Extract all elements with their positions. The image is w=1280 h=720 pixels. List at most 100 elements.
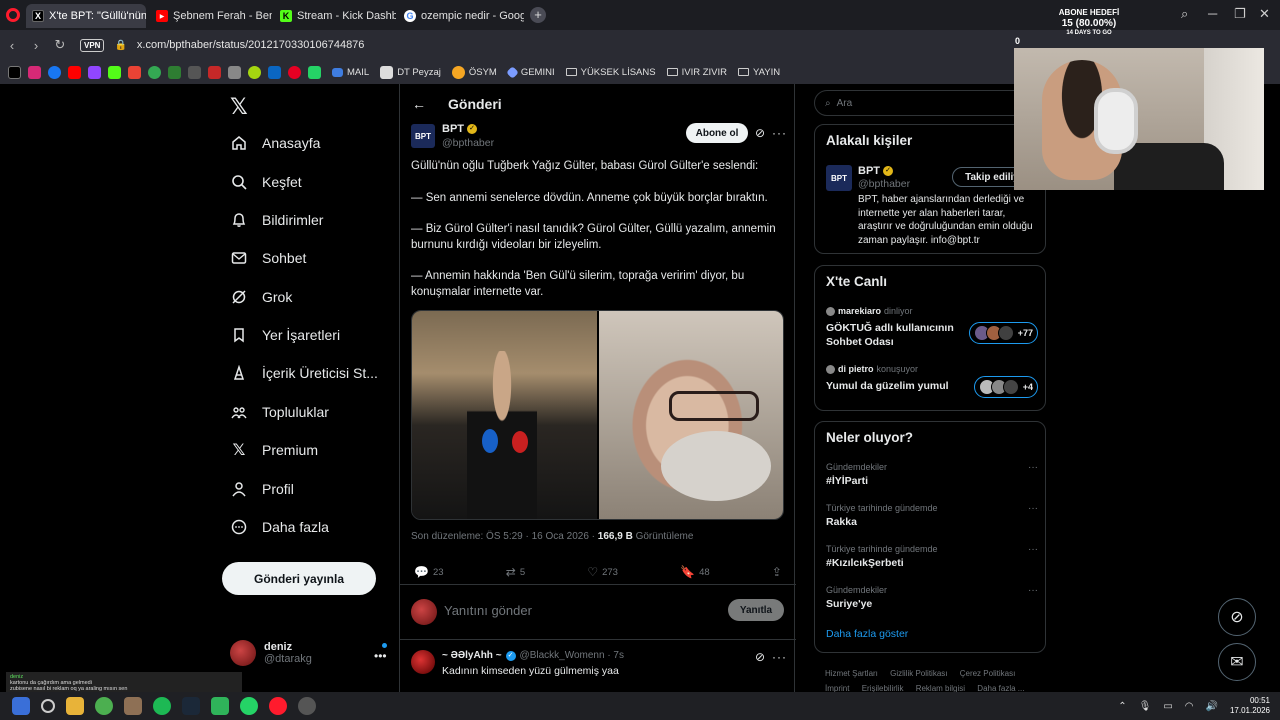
bookmark-pinterest-icon[interactable] [288,65,301,79]
reply-author-handle[interactable]: @Blackk_Womenn · 7s [520,650,624,661]
search-icon[interactable] [41,699,55,713]
account-switcher[interactable]: deniz @dtarakg [230,640,312,666]
more-icon[interactable]: ··· [772,126,787,140]
lock-icon[interactable]: 🔒 [114,40,126,51]
repost-action[interactable]: ⇄ 5 [506,565,525,579]
footer-link[interactable]: İmprint [825,684,849,692]
trend-item[interactable]: Gündemdekiler Suriye'ye ··· [826,585,1038,610]
more-icon[interactable]: ••• [374,649,387,663]
tab-kick[interactable]: K Stream - Kick Dashboard [274,4,396,28]
x-logo-icon[interactable]: 𝕏 [230,94,248,120]
opera-logo-icon[interactable] [0,0,26,30]
live-space[interactable]: di pietro konuşuyor Yumul da güzelim yumu… [826,364,1038,398]
nav-grok[interactable]: Grok [230,288,292,306]
more-icon[interactable]: ··· [772,650,787,664]
volume-icon[interactable]: 🔊 [1206,701,1218,712]
bookmark-gemini[interactable]: GEMINI [505,65,555,79]
author-avatar[interactable]: BPT [411,124,435,148]
maximize-icon[interactable]: ❐ [1234,6,1246,22]
wifi-icon[interactable]: ◠ [1185,701,1194,712]
back-arrow-icon[interactable]: ← [412,96,426,112]
footer-link[interactable]: Hizmet Şartları [825,669,878,678]
nav-creator-studio[interactable]: İçerik Üreticisi St... [230,364,378,382]
chevron-up-icon[interactable]: ⌃ [1118,701,1126,712]
reply-author-name[interactable]: ~ ƏƏlyAhh ~ [442,650,502,661]
bookmark-linkedin-icon[interactable] [268,65,281,79]
bookmark-kick-icon[interactable] [108,65,121,79]
url-input[interactable]: x.com/bpthaber/status/201217033010674487… [137,39,365,51]
reply-button[interactable]: Yanıtla [728,599,784,621]
live-space[interactable]: marekiaro dinliyor GÖKTUĞ adlı kullanıcın… [826,306,1038,349]
nav-explore[interactable]: Keşfet [230,173,302,191]
bookmark-action[interactable]: 🔖 48 [680,565,710,579]
tab-youtube[interactable]: ▶ Şebnem Ferah - Ben Şarkı [150,4,272,28]
photo-portrait[interactable] [598,311,783,519]
search-tabs-icon[interactable]: ⌕ [1181,6,1188,22]
footer-link[interactable]: Erişilebilirlik [862,684,904,692]
bookmark-gmail-icon[interactable] [128,65,141,79]
tab-x-post[interactable]: X X'te BPT: "Güllü'nün oğlu [26,4,146,28]
bookmark-link-icon[interactable] [188,65,201,79]
bookmark-instagram-icon[interactable] [28,65,41,79]
trend-item[interactable]: Gündemdekiler #İYİParti ··· [826,462,1038,487]
grok-icon[interactable]: ⊘ [755,126,765,140]
microphone-icon[interactable]: 🎙 [1139,701,1152,712]
app-icon[interactable] [211,697,229,715]
steam-icon[interactable] [182,697,200,715]
subscribe-button[interactable]: Abone ol [686,123,748,143]
new-tab-button[interactable]: + [530,7,546,23]
avatar[interactable]: BPT [826,165,852,191]
bookmark-twitch-icon[interactable] [88,65,101,79]
show-more-link[interactable]: Daha fazla göster [826,628,908,640]
bookmark-x-icon[interactable] [8,65,21,79]
author-handle[interactable]: @bpthaber [442,137,494,149]
post-button[interactable]: Gönderi yayınla [222,562,376,595]
settings-icon[interactable] [298,697,316,715]
nav-communities[interactable]: Topluluklar [230,403,329,421]
more-icon[interactable]: ··· [1028,544,1038,555]
vpn-badge[interactable]: VPN [80,38,105,52]
nav-premium[interactable]: 𝕏 Premium [230,441,318,459]
tab-google[interactable]: G ozempic nedir - Google'da [398,4,524,28]
app-icon[interactable] [95,697,113,715]
bookmark-osym[interactable]: ÖSYM [451,65,497,79]
nav-more[interactable]: Daha fazla [230,518,329,536]
share-action[interactable]: ⇪ [772,565,782,579]
bookmark-site-icon[interactable] [248,65,261,79]
trend-item[interactable]: Türkiye tarihinde gündemde #KızılcıkŞerb… [826,544,1038,569]
author-name[interactable]: BPT ✓ [442,123,477,135]
opera-icon[interactable] [269,697,287,715]
bookmark-site-icon[interactable] [208,65,221,79]
footer-link[interactable]: Daha fazla ... [977,684,1024,692]
bookmark-site-icon[interactable] [228,65,241,79]
grok-icon[interactable]: ⊘ [755,650,765,664]
bookmark-yuksek-lisans[interactable]: YÜKSEK LİSANS [565,67,656,78]
footer-link[interactable]: Gizlilik Politikası [890,669,947,678]
forward-icon[interactable]: › [24,38,48,53]
photo-interview[interactable] [412,311,597,519]
related-name[interactable]: BPT ✓ [858,165,893,177]
messages-fab-button[interactable]: ✉ [1218,643,1256,681]
more-icon[interactable]: ··· [1028,585,1038,596]
spotify-icon[interactable] [153,697,171,715]
nav-profile[interactable]: Profil [230,480,294,498]
bookmark-maps-icon[interactable] [148,65,161,79]
like-action[interactable]: ♡ 273 [587,565,618,579]
nav-home[interactable]: Anasayfa [230,134,320,152]
related-handle[interactable]: @bpthaber [858,178,910,190]
footer-link[interactable]: Çerez Politikası [960,669,1016,678]
bookmark-finance-icon[interactable] [168,65,181,79]
clock[interactable]: 00:51 17.01.2026 [1230,696,1270,716]
back-icon[interactable]: ‹ [0,38,24,53]
post-media[interactable] [411,310,784,520]
app-icon[interactable] [124,697,142,715]
whatsapp-icon[interactable] [240,697,258,715]
start-icon[interactable] [12,697,30,715]
bookmark-ivir-zivir[interactable]: IVIR ZIVIR [666,67,727,78]
nav-bookmarks[interactable]: Yer İşaretleri [230,326,340,344]
minimize-icon[interactable]: ─ [1208,6,1217,21]
grok-fab-button[interactable]: ⊘ [1218,598,1256,636]
network-icon[interactable]: ▭ [1163,701,1172,712]
search-input[interactable]: ⌕ Ara [814,90,1046,116]
bookmark-mail[interactable]: MAIL [332,67,369,78]
